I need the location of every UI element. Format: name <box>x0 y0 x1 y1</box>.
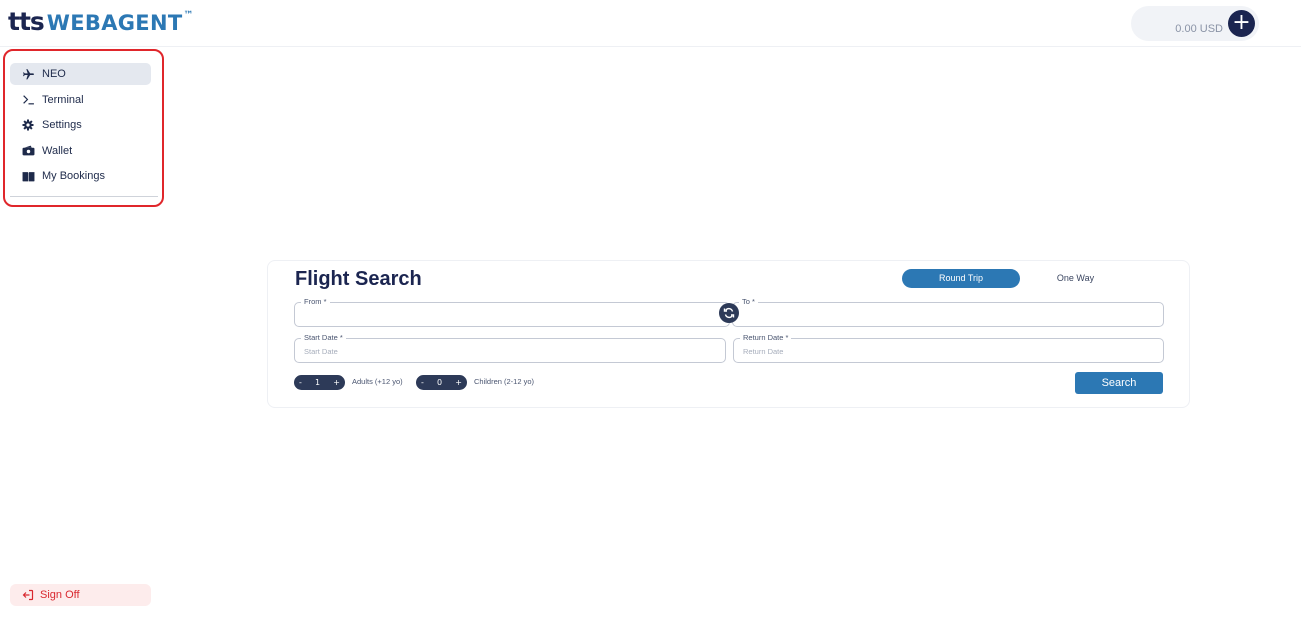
children-count: 0 <box>437 378 443 387</box>
swap-airports-icon[interactable] <box>719 303 739 323</box>
logo-trademark: ™ <box>183 10 194 21</box>
sidebar-item-label: Wallet <box>42 144 73 157</box>
sidebar-divider <box>10 196 158 197</box>
flight-search-card: Flight Search Round Trip One Way From * … <box>267 260 1190 408</box>
return-date-placeholder: Return Date <box>743 347 784 356</box>
airplane-icon <box>21 67 35 81</box>
adults-label: Adults (+12 yo) <box>352 377 403 386</box>
search-button[interactable]: Search <box>1075 372 1163 394</box>
sidebar-item-my-bookings[interactable]: My Bookings <box>10 165 151 187</box>
to-label: To * <box>739 297 758 307</box>
sidebar-item-label: NEO <box>42 68 66 80</box>
sign-off-label: Sign Off <box>40 589 80 601</box>
children-increment-button[interactable]: + <box>455 378 462 387</box>
adults-decrement-button[interactable]: - <box>299 378 302 387</box>
terminal-icon <box>21 93 35 107</box>
sidebar-item-neo[interactable]: NEO <box>10 63 151 85</box>
sidebar-item-terminal[interactable]: Terminal <box>10 89 151 111</box>
wallet-icon <box>21 144 35 158</box>
sidebar-item-label: Terminal <box>42 93 84 106</box>
sidebar-item-settings[interactable]: Settings <box>10 114 151 136</box>
top-header: tts WEBAGENT ™ 0.00 USD + <box>0 0 1301 47</box>
gear-icon <box>21 118 35 132</box>
children-stepper: - 0 + <box>416 375 467 390</box>
balance-amount: 0.00 USD <box>1175 23 1223 35</box>
page-title: Flight Search <box>295 268 422 290</box>
plus-circle-icon[interactable]: + <box>1228 10 1255 37</box>
adults-increment-button[interactable]: + <box>333 378 340 387</box>
from-field[interactable]: From * <box>294 297 730 327</box>
adults-count: 1 <box>315 378 321 387</box>
logo-webagent: WEBAGENT <box>46 11 183 35</box>
sidebar-item-wallet[interactable]: Wallet <box>10 140 151 162</box>
sidebar-item-label: My Bookings <box>42 170 105 183</box>
book-icon <box>21 169 35 183</box>
logo-tts: tts <box>8 7 45 36</box>
adults-stepper: - 1 + <box>294 375 345 390</box>
return-date-label: Return Date * <box>740 333 792 343</box>
round-trip-toggle[interactable]: Round Trip <box>902 269 1020 288</box>
start-date-field[interactable]: Start Date * Start Date <box>294 333 726 363</box>
sign-out-icon <box>22 589 34 601</box>
one-way-toggle[interactable]: One Way <box>1038 269 1113 288</box>
start-date-placeholder: Start Date <box>304 347 338 356</box>
sidebar-nav: NEO Terminal Settings Wallet My Bookings <box>10 63 151 191</box>
from-label: From * <box>301 297 330 307</box>
start-date-label: Start Date * <box>301 333 346 343</box>
return-date-field[interactable]: Return Date * Return Date <box>733 333 1164 363</box>
children-decrement-button[interactable]: - <box>421 378 424 387</box>
sidebar-item-label: Settings <box>42 119 82 132</box>
app-logo[interactable]: tts WEBAGENT ™ <box>8 8 193 38</box>
balance-widget: 0.00 USD + <box>1131 6 1259 41</box>
to-field[interactable]: To * <box>732 297 1164 327</box>
children-label: Children (2-12 yo) <box>474 377 535 386</box>
sign-off-button[interactable]: Sign Off <box>10 584 151 606</box>
